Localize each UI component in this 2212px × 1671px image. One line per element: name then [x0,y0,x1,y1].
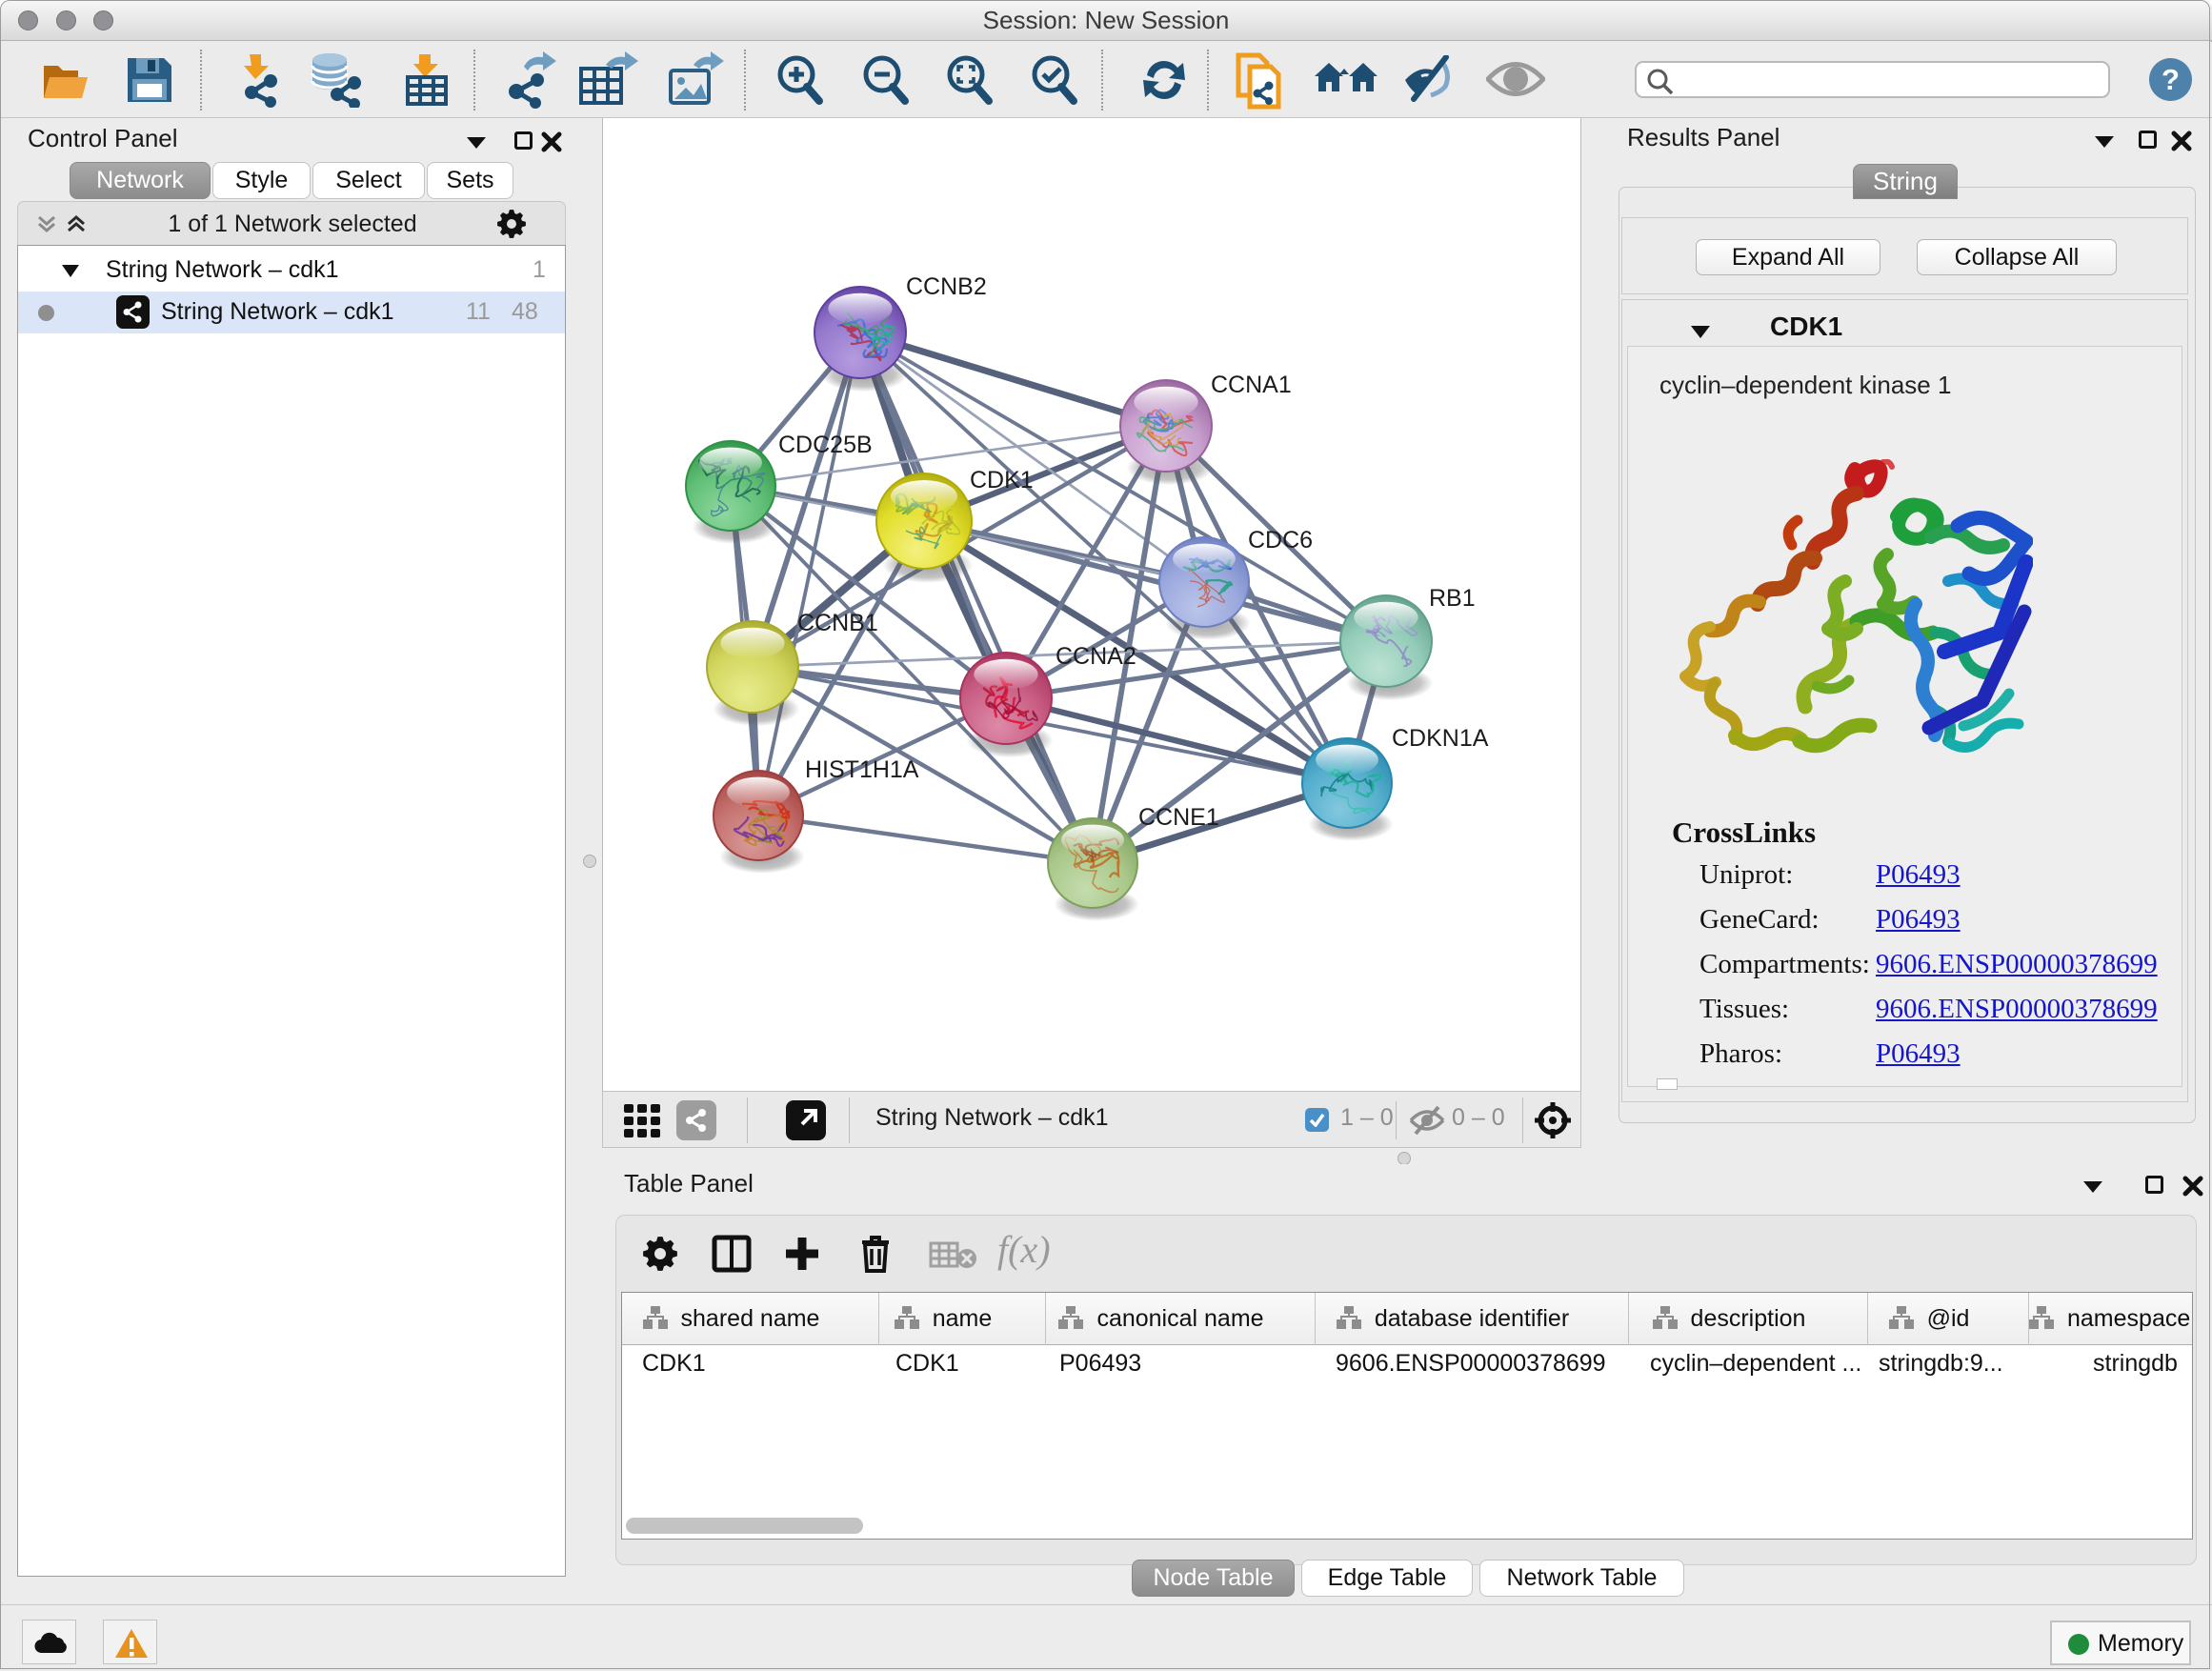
svg-text:CDC6: CDC6 [1248,527,1313,554]
svg-text:CCNB2: CCNB2 [906,273,987,300]
svg-text:CCNE1: CCNE1 [1138,804,1219,831]
svg-text:CDK1: CDK1 [970,467,1034,493]
svg-text:CCNA1: CCNA1 [1211,372,1292,398]
svg-text:CDC25B: CDC25B [778,432,873,458]
svg-text:CCNA2: CCNA2 [1056,643,1136,670]
svg-text:CDKN1A: CDKN1A [1392,725,1489,752]
svg-text:CCNB1: CCNB1 [797,610,878,636]
svg-text:HIST1H1A: HIST1H1A [805,756,919,783]
svg-text:RB1: RB1 [1429,585,1476,612]
